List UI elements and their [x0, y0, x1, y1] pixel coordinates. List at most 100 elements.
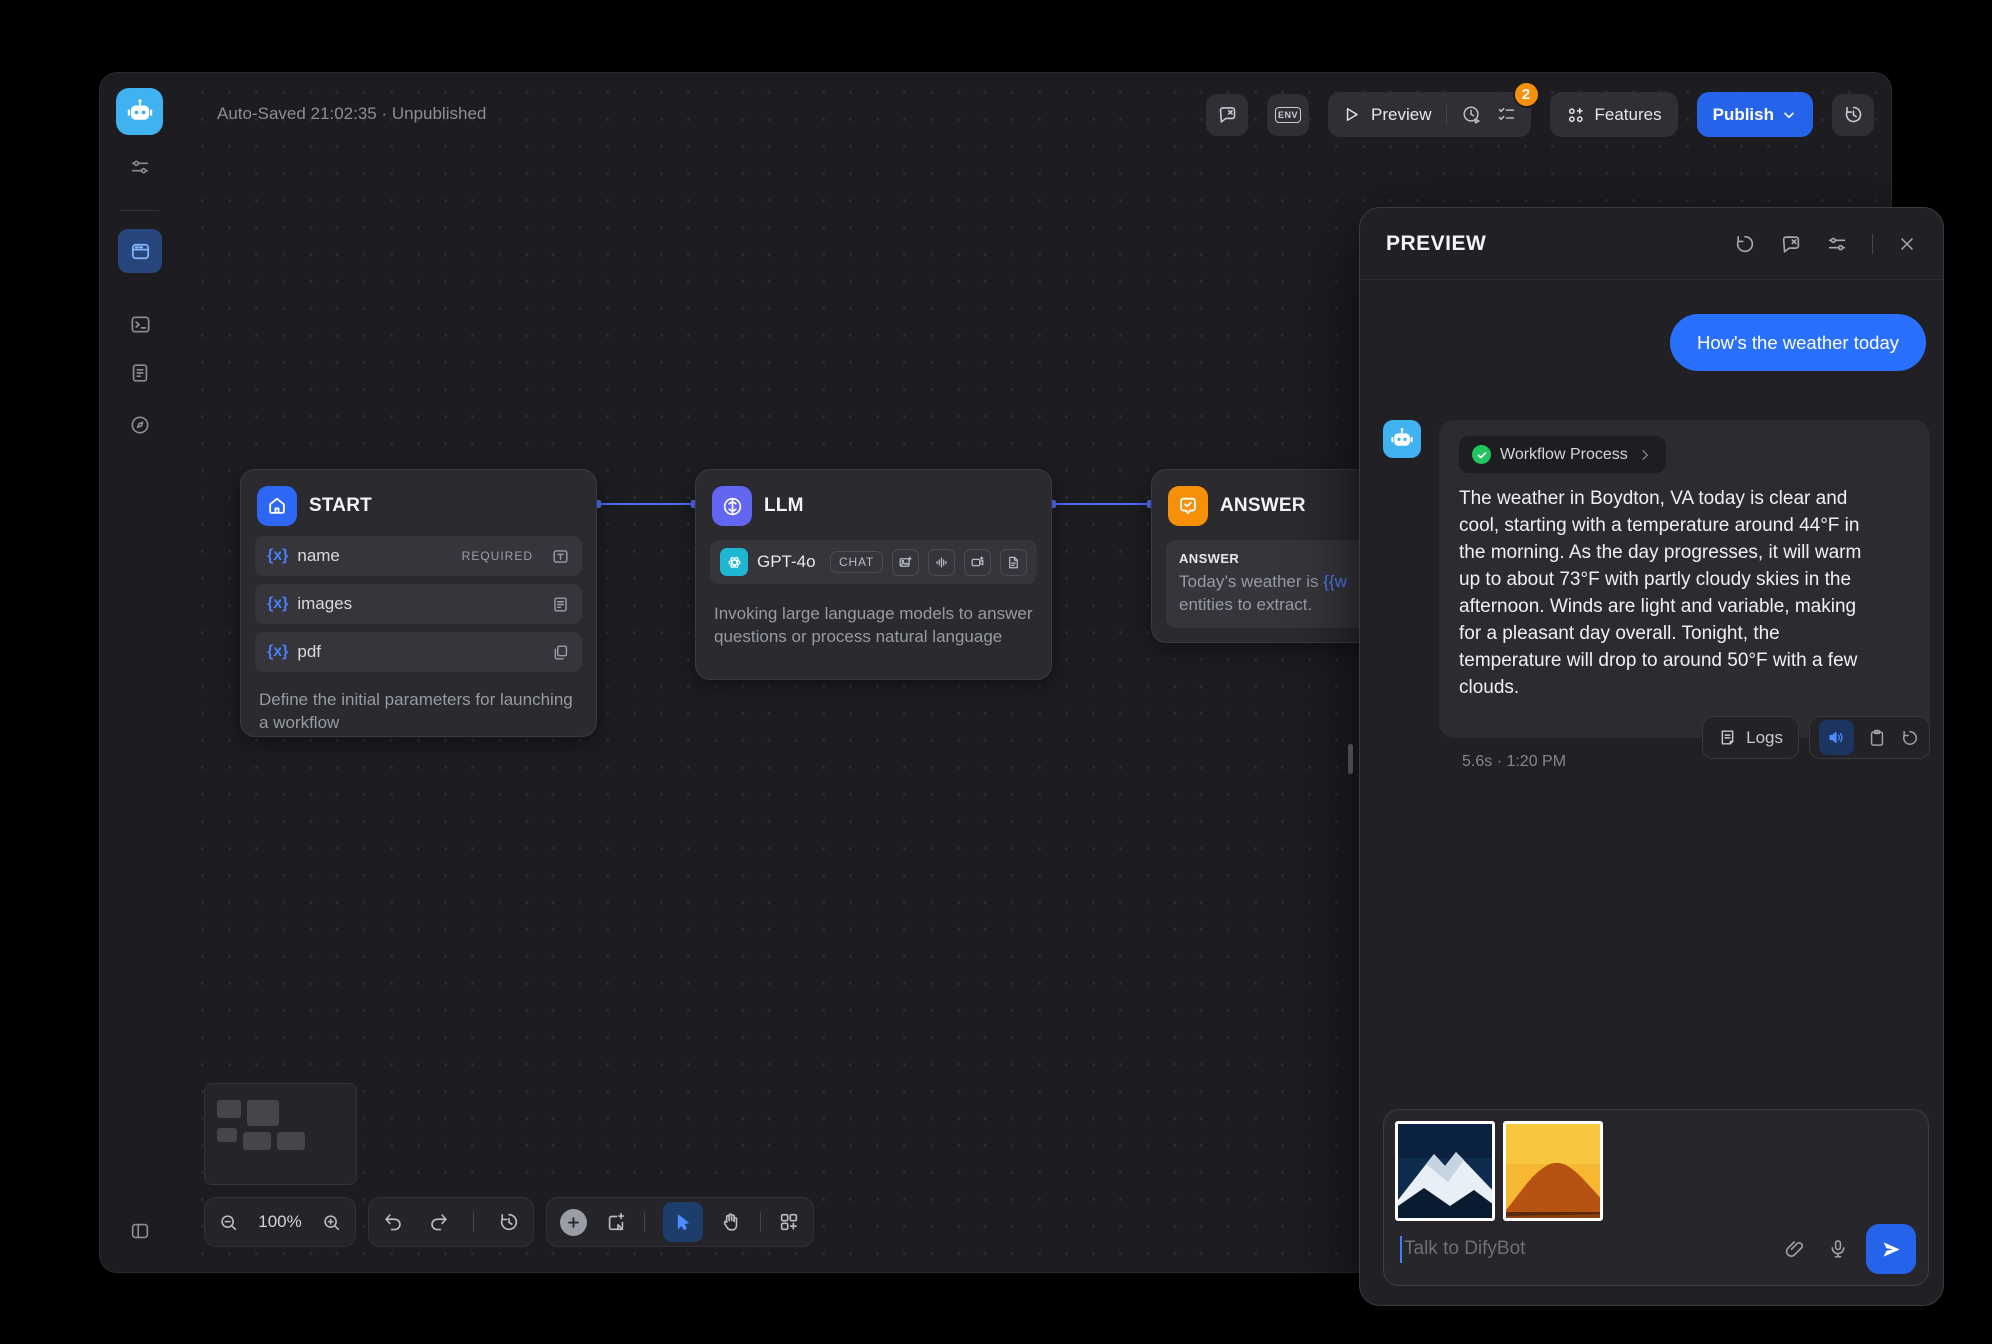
add-node-button[interactable] [560, 1209, 587, 1236]
variable-token: {x} [267, 643, 288, 661]
vision-capability-icon [892, 549, 919, 576]
paperclip-icon [1784, 1238, 1806, 1260]
node-start-title: START [309, 495, 372, 517]
document-capability-icon [1000, 549, 1027, 576]
close-preview-button[interactable] [1897, 234, 1917, 254]
answer-text-line2: entities to extract. [1179, 595, 1312, 614]
workflow-process-label: Workflow Process [1500, 446, 1628, 464]
node-tools [546, 1197, 814, 1247]
hand-mode-button[interactable] [720, 1211, 742, 1233]
message-actions: Logs [1702, 716, 1930, 759]
preview-actions [1734, 233, 1917, 255]
sidebar [100, 73, 179, 1272]
divider [1446, 105, 1447, 125]
features-icon [1566, 105, 1586, 125]
sidebar-item-terminal[interactable] [118, 302, 162, 346]
speaker-icon [1827, 728, 1846, 747]
publish-button[interactable]: Publish [1697, 92, 1813, 137]
start-variable-name[interactable]: {x} name REQUIRED [255, 536, 582, 576]
message-meta: 5.6s · 1:20 PM [1462, 753, 1566, 771]
minimap-node [217, 1128, 237, 1142]
attach-file-button[interactable] [1784, 1238, 1806, 1260]
input-row [1400, 1223, 1916, 1275]
mountain-sunset-image [1506, 1124, 1603, 1221]
copy-button[interactable] [1867, 728, 1887, 748]
clear-conversation-button[interactable] [1780, 233, 1802, 255]
sidebar-item-apps[interactable] [118, 229, 162, 273]
video-capability-icon [964, 549, 991, 576]
voice-input-button[interactable] [1827, 1238, 1849, 1260]
features-button[interactable]: Features [1550, 92, 1678, 137]
pointer-mode-button[interactable] [663, 1202, 703, 1242]
app-window-icon [129, 240, 152, 263]
sidebar-item-explore[interactable] [118, 403, 162, 447]
bot-message-text: The weather in Boydton, VA today is clea… [1459, 486, 1865, 702]
regenerate-button[interactable] [1900, 728, 1920, 748]
checklist-button[interactable] [1496, 104, 1517, 125]
answer-node-icon [1168, 486, 1208, 526]
organize-nodes-button[interactable] [778, 1211, 800, 1233]
zoom-level[interactable]: 100% [258, 1212, 301, 1232]
brain-icon [721, 495, 744, 518]
divider [1872, 234, 1873, 254]
paragraph-type-icon [551, 595, 570, 614]
variable-token: {x} [267, 547, 288, 565]
divider [473, 1212, 474, 1232]
logs-button[interactable]: Logs [1702, 716, 1799, 759]
add-note-button[interactable] [605, 1211, 627, 1233]
input-icons [1784, 1238, 1849, 1260]
annotation-button[interactable] [1206, 94, 1248, 136]
sidebar-item-logs[interactable] [118, 351, 162, 395]
success-check-icon [1472, 445, 1491, 464]
minimap-node [247, 1100, 279, 1126]
openai-logo-icon [720, 548, 748, 576]
home-icon [266, 495, 288, 517]
chat-input-box[interactable] [1383, 1109, 1929, 1286]
node-start[interactable]: START {x} name REQUIRED {x} images {x} p… [240, 469, 597, 737]
answer-text-prefix: Today’s weather is [1179, 572, 1323, 591]
workflow-process-toggle[interactable]: Workflow Process [1459, 436, 1666, 473]
version-history-button[interactable] [1832, 94, 1874, 136]
zoom-controls: 100% [204, 1197, 356, 1247]
features-label: Features [1595, 105, 1662, 125]
message-tools [1809, 716, 1930, 759]
zoom-in-button[interactable] [321, 1212, 342, 1233]
play-icon [1342, 105, 1361, 124]
preview-title: PREVIEW [1386, 232, 1734, 256]
panel-resize-handle[interactable] [1348, 744, 1353, 774]
node-llm[interactable]: LLM GPT-4o CHAT [695, 469, 1052, 680]
clock-play-icon [1461, 104, 1482, 125]
collapse-sidebar-button[interactable] [118, 1209, 162, 1253]
minimap-node [243, 1132, 271, 1150]
redo-button[interactable] [428, 1211, 450, 1233]
undo-button[interactable] [382, 1211, 404, 1233]
logs-label: Logs [1746, 728, 1783, 748]
env-variables-button[interactable]: ENV [1267, 94, 1309, 136]
change-history-button[interactable] [498, 1211, 520, 1233]
checklist-badge: 2 [1513, 81, 1540, 108]
conversation-settings-button[interactable] [1826, 233, 1848, 255]
chat-text-input[interactable] [1404, 1238, 1784, 1260]
variable-name-label: pdf [297, 642, 542, 662]
send-button[interactable] [1866, 1224, 1916, 1274]
bot-avatar [1383, 420, 1421, 458]
cursor-icon [673, 1212, 693, 1232]
variable-name-label: images [297, 594, 542, 614]
uploaded-image-thumbnail-1[interactable] [1395, 1121, 1495, 1221]
sidebar-item-controls[interactable] [118, 145, 162, 189]
start-variable-pdf[interactable]: {x} pdf [255, 632, 582, 672]
app-logo[interactable] [116, 88, 163, 135]
mountain-night-image [1398, 1124, 1495, 1221]
llm-model-selector[interactable]: GPT-4o CHAT [710, 540, 1037, 584]
start-variable-images[interactable]: {x} images [255, 584, 582, 624]
node-answer-title: ANSWER [1220, 495, 1306, 517]
restart-conversation-button[interactable] [1734, 233, 1756, 255]
run-history-button[interactable] [1461, 104, 1482, 125]
minimap[interactable] [204, 1083, 357, 1185]
read-aloud-button[interactable] [1819, 720, 1854, 755]
zoom-out-button[interactable] [218, 1212, 239, 1233]
node-start-description: Define the initial parameters for launch… [241, 680, 596, 751]
preview-run-button[interactable]: Preview [1342, 105, 1431, 125]
uploaded-image-thumbnail-2[interactable] [1503, 1121, 1603, 1221]
preview-run-label: Preview [1371, 105, 1431, 125]
